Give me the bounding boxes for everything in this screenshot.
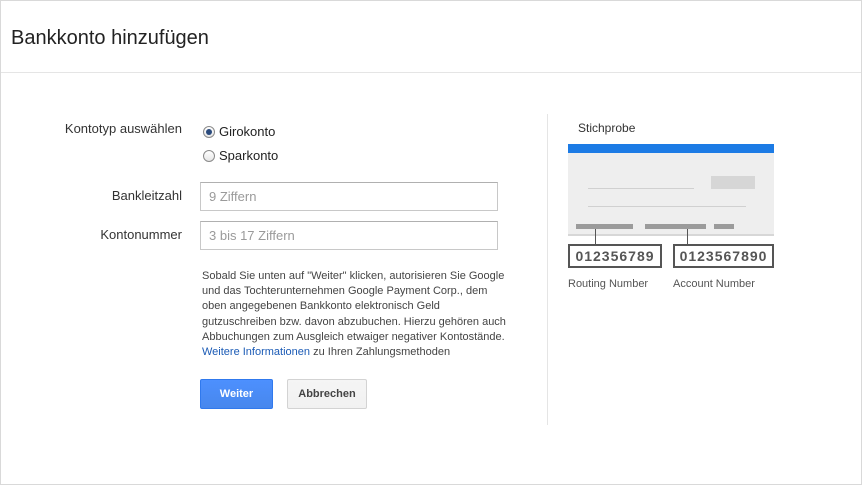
bank-code-label: Bankleitzahl: [111, 188, 182, 203]
radio-girokonto[interactable]: Girokonto: [203, 124, 275, 139]
disclaimer-text: Sobald Sie unten auf "Weiter" klicken, a…: [202, 270, 506, 343]
account-number-caption: Account Number: [673, 278, 755, 290]
sample-routing-number: 012356789: [568, 244, 662, 268]
sample-title: Stichprobe: [578, 121, 636, 135]
radio-checked-icon[interactable]: [203, 125, 215, 138]
check-number-micr: [714, 224, 734, 229]
authorization-disclaimer: Sobald Sie unten auf "Weiter" klicken, a…: [202, 269, 514, 360]
dialog-frame: Bankkonto hinzufügen Kontotyp auswählen …: [0, 0, 862, 485]
check-header-bar: [568, 144, 774, 153]
account-pointer-line: [687, 229, 688, 244]
check-routing-micr: [576, 224, 633, 229]
routing-pointer-line: [595, 229, 596, 244]
sample-check-illustration: [568, 144, 774, 236]
radio-sparkonto-label[interactable]: Sparkonto: [219, 148, 278, 163]
check-payee-line: [588, 188, 694, 189]
check-memo-line: [588, 206, 746, 207]
routing-number-caption: Routing Number: [568, 278, 649, 290]
page-title: Bankkonto hinzufügen: [11, 27, 209, 49]
radio-sparkonto[interactable]: Sparkonto: [203, 148, 278, 163]
continue-button[interactable]: Weiter: [200, 379, 273, 409]
more-info-link[interactable]: Weitere Informationen: [202, 346, 310, 358]
sample-account-number: 0123567890: [673, 244, 774, 268]
bank-code-input[interactable]: [200, 182, 498, 211]
check-account-micr: [645, 224, 706, 229]
radio-girokonto-label[interactable]: Girokonto: [219, 124, 275, 139]
cancel-button[interactable]: Abbrechen: [287, 379, 367, 409]
account-number-label: Kontonummer: [100, 227, 182, 242]
dialog-header: Bankkonto hinzufügen: [1, 1, 861, 73]
disclaimer-suffix: zu Ihren Zahlungsmethoden: [313, 346, 451, 359]
account-type-label: Kontotyp auswählen: [64, 121, 182, 136]
vertical-divider: [547, 114, 548, 425]
radio-unchecked-icon[interactable]: [203, 149, 215, 162]
check-amount-box: [711, 176, 755, 189]
account-number-input[interactable]: [200, 221, 498, 250]
